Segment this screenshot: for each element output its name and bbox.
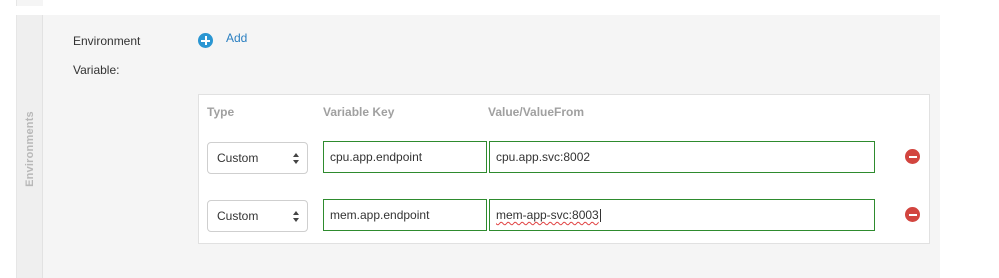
plus-circle-icon[interactable] xyxy=(198,33,213,48)
text-caret xyxy=(599,208,601,222)
type-select[interactable]: Custom xyxy=(207,142,308,174)
variable-key-input[interactable]: mem.app.endpoint xyxy=(323,199,487,231)
column-header-value: Value/ValueFrom xyxy=(488,105,585,119)
add-variable-label[interactable]: Add xyxy=(226,31,247,45)
table-row: Custom cpu.app.endpoint cpu.app.svc:8002 xyxy=(199,141,931,175)
environment-variable-label-line2: Variable: xyxy=(73,63,120,77)
variable-value-input[interactable]: mem-app-svc:8003 xyxy=(489,199,875,231)
add-variable-button[interactable]: Add xyxy=(198,31,247,48)
section-tab: Environments xyxy=(17,15,43,278)
type-select-value: Custom xyxy=(217,151,259,165)
environment-variables-table: Type Variable Key Value/ValueFrom Custom… xyxy=(198,94,930,244)
previous-section-edge xyxy=(16,0,941,6)
chevron-up-down-icon xyxy=(293,211,300,223)
type-select-value: Custom xyxy=(217,209,259,223)
column-header-variable-key: Variable Key xyxy=(323,105,395,119)
variable-key-value: cpu.app.endpoint xyxy=(330,150,423,164)
environment-variable-label-line1: Environment xyxy=(73,34,141,48)
variable-value-text: mem-app-svc:8003 xyxy=(496,208,599,222)
variable-value-input[interactable]: cpu.app.svc:8002 xyxy=(489,141,875,173)
environments-panel: Environments Environment Variable: Add T… xyxy=(16,15,940,278)
variable-value-text: cpu.app.svc:8002 xyxy=(496,150,591,164)
minus-circle-icon[interactable] xyxy=(905,149,920,164)
chevron-up-down-icon xyxy=(293,153,300,165)
section-tab-label: Environments xyxy=(24,111,36,187)
table-row: Custom mem.app.endpoint mem-app-svc:8003 xyxy=(199,199,931,233)
variable-key-input[interactable]: cpu.app.endpoint xyxy=(323,141,487,173)
minus-circle-icon[interactable] xyxy=(905,207,920,222)
variable-key-value: mem.app.endpoint xyxy=(330,208,430,222)
column-header-type: Type xyxy=(207,105,235,119)
type-select[interactable]: Custom xyxy=(207,200,308,232)
